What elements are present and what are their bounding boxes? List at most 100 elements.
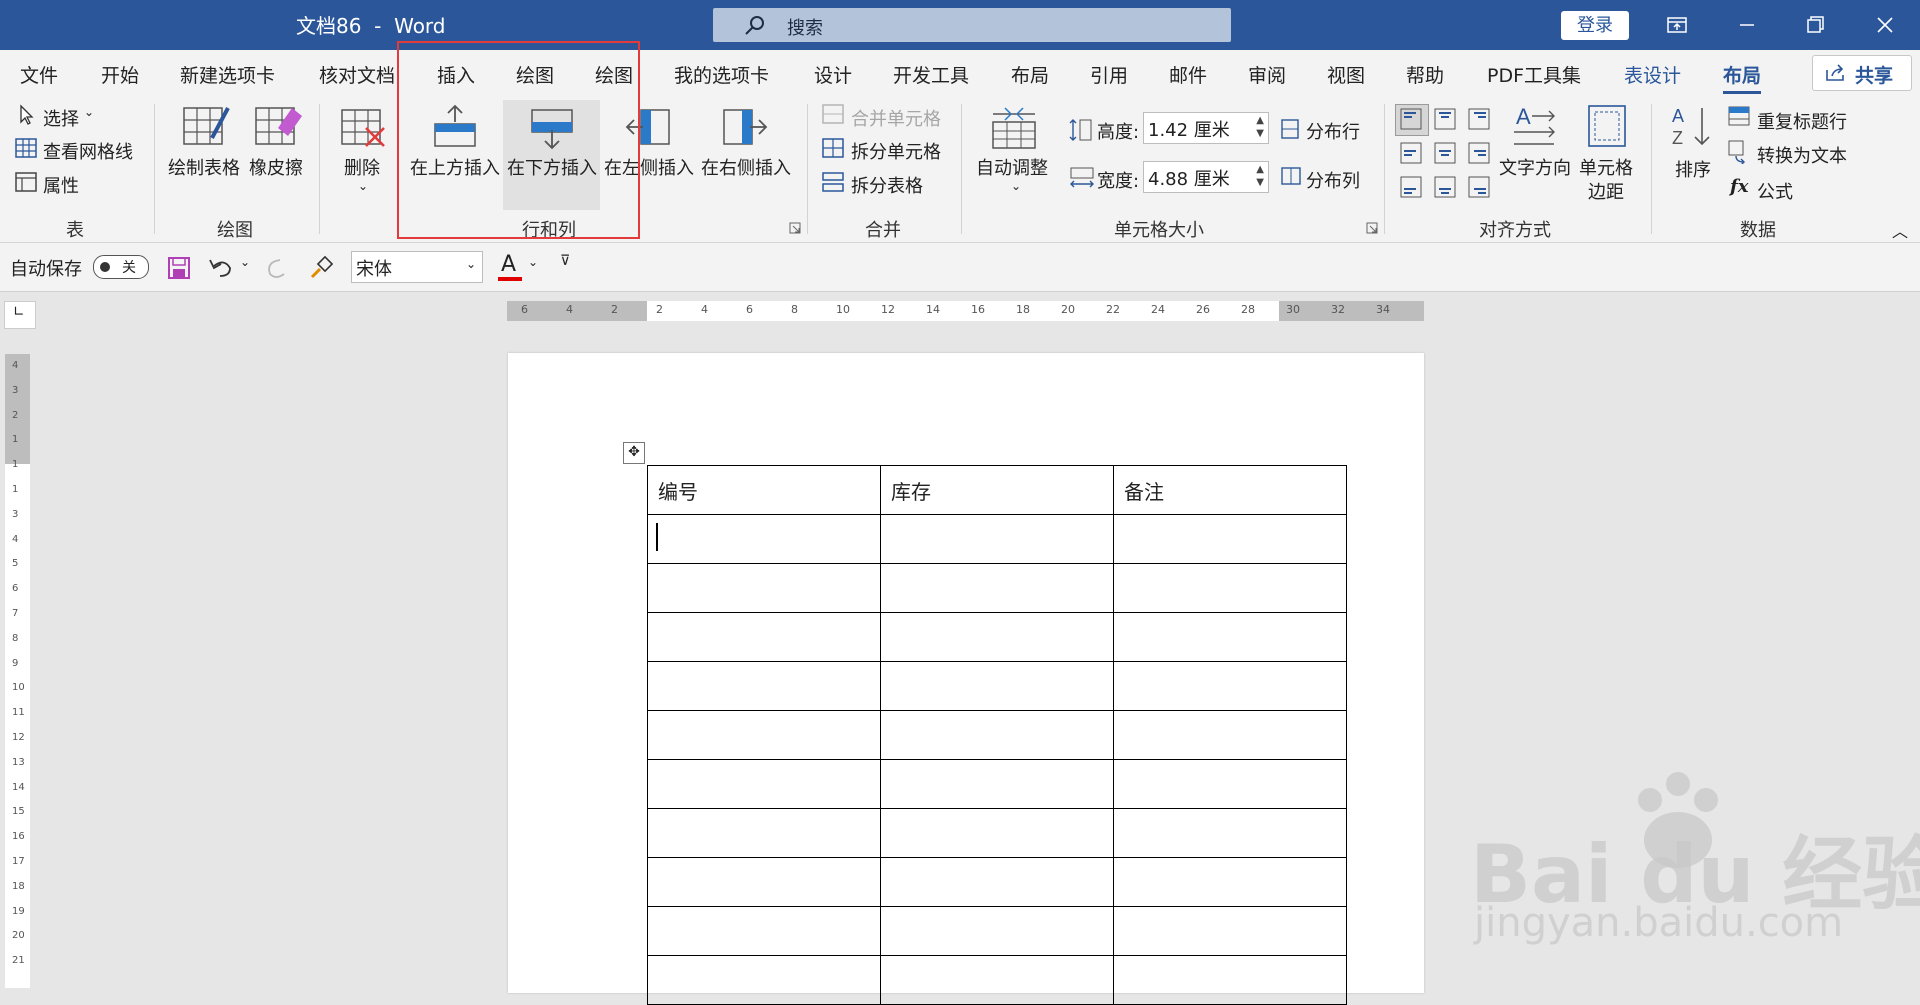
distribute-columns-button[interactable]: 分布列 [1306, 167, 1360, 193]
tab-table-layout[interactable]: 布局 [1723, 61, 1762, 95]
sort-button[interactable]: 排序 [1675, 156, 1711, 182]
cell-margins-button-line2[interactable]: 边距 [1588, 178, 1624, 204]
save-icon[interactable] [167, 256, 191, 280]
insert-right-button[interactable]: 在右侧插入 [701, 154, 791, 180]
table-cell[interactable] [647, 612, 881, 662]
table-header-cell[interactable]: 库存 [880, 465, 1114, 515]
spin-down-icon[interactable]: ▼ [1256, 128, 1264, 139]
table-cell[interactable] [647, 514, 881, 564]
ribbon-display-options-icon[interactable] [1660, 10, 1694, 40]
table-cell[interactable] [880, 808, 1114, 858]
tab-proofread[interactable]: 核对文档 [319, 61, 395, 88]
table-header-cell[interactable]: 备注 [1113, 465, 1347, 515]
spin-up-icon[interactable]: ▲ [1256, 164, 1264, 175]
formula-button[interactable]: 公式 [1757, 178, 1793, 204]
tab-my-tab[interactable]: 我的选项卡 [674, 61, 769, 88]
dialog-launcher-icon[interactable] [1366, 222, 1378, 234]
redo-icon[interactable] [264, 256, 290, 280]
spin-up-icon[interactable]: ▲ [1256, 115, 1264, 126]
split-table-button[interactable]: 拆分表格 [851, 172, 923, 198]
table-cell[interactable] [1113, 906, 1347, 956]
text-direction-button[interactable]: 文字方向 [1499, 154, 1571, 180]
table-cell[interactable] [880, 906, 1114, 956]
format-painter-icon[interactable] [308, 255, 334, 281]
table-cell[interactable] [880, 857, 1114, 907]
table-cell[interactable] [880, 563, 1114, 613]
align-middle-center-icon[interactable] [1434, 142, 1456, 164]
horizontal-ruler[interactable]: 6 4 2 2 4 6 8 10 12 14 16 18 20 22 24 26 28 30 32 34 [507, 301, 1424, 321]
tab-view[interactable]: 视图 [1327, 61, 1365, 88]
table-cell[interactable] [1113, 759, 1347, 809]
table-move-handle-icon[interactable]: ✥ [623, 442, 645, 464]
tab-selector-icon[interactable]: ∟ [4, 301, 36, 329]
tab-file[interactable]: 文件 [20, 61, 58, 88]
height-input[interactable]: 1.42 厘米 ▲ ▼ [1143, 112, 1269, 144]
table-cell[interactable] [1113, 563, 1347, 613]
table-cell[interactable] [1113, 955, 1347, 1005]
document-table[interactable]: 编号 库存 备注 [647, 465, 1347, 1005]
align-bottom-right-icon[interactable] [1468, 176, 1490, 198]
spin-down-icon[interactable]: ▼ [1256, 177, 1264, 188]
draw-table-button[interactable]: 绘制表格 [168, 154, 240, 180]
repeat-header-rows-button[interactable]: 重复标题行 [1757, 108, 1847, 134]
tab-pdf-tools[interactable]: PDF工具集 [1487, 61, 1581, 88]
table-cell[interactable] [880, 710, 1114, 760]
font-color-icon[interactable]: A [501, 252, 516, 277]
font-name-select[interactable]: 宋体 ⌄ [351, 251, 483, 283]
view-gridlines-button[interactable]: 查看网格线 [43, 138, 133, 164]
table-cell[interactable] [880, 514, 1114, 564]
customize-qat-icon[interactable]: ⊽ [560, 253, 570, 269]
split-cells-button[interactable]: 拆分单元格 [851, 138, 941, 164]
tab-review[interactable]: 审阅 [1248, 61, 1286, 88]
tab-layout[interactable]: 布局 [1011, 61, 1049, 88]
table-cell[interactable] [647, 563, 881, 613]
tab-developer[interactable]: 开发工具 [893, 61, 969, 88]
tab-help[interactable]: 帮助 [1406, 61, 1444, 88]
table-cell[interactable] [880, 612, 1114, 662]
tab-references[interactable]: 引用 [1090, 61, 1128, 88]
width-input[interactable]: 4.88 厘米 ▲ ▼ [1143, 161, 1269, 193]
tab-table-design[interactable]: 表设计 [1624, 61, 1681, 88]
table-cell[interactable] [647, 808, 881, 858]
align-bottom-left-icon[interactable] [1400, 176, 1422, 198]
table-cell[interactable] [647, 906, 881, 956]
table-cell[interactable] [1113, 857, 1347, 907]
select-button[interactable]: 选择 [43, 105, 79, 131]
chevron-down-icon[interactable]: ⌄ [528, 255, 538, 269]
restore-icon[interactable] [1798, 10, 1832, 40]
close-icon[interactable] [1868, 10, 1902, 40]
align-middle-right-icon[interactable] [1468, 142, 1490, 164]
table-cell[interactable] [1113, 710, 1347, 760]
share-button[interactable]: 共享 [1812, 55, 1912, 91]
convert-to-text-button[interactable]: 转换为文本 [1757, 142, 1847, 168]
chevron-down-icon[interactable]: ⌄ [240, 255, 250, 269]
login-button[interactable]: 登录 [1561, 11, 1629, 40]
table-header-cell[interactable]: 编号 [647, 465, 881, 515]
table-cell[interactable] [647, 955, 881, 1005]
table-cell[interactable] [880, 955, 1114, 1005]
cell-margins-button-line1[interactable]: 单元格 [1579, 154, 1633, 180]
merge-cells-button[interactable]: 合并单元格 [851, 105, 941, 131]
table-cell[interactable] [647, 661, 881, 711]
table-cell[interactable] [647, 710, 881, 760]
table-cell[interactable] [880, 661, 1114, 711]
search-input[interactable]: 搜索 [713, 8, 1231, 42]
chevron-down-icon[interactable]: ⌄ [358, 179, 368, 193]
distribute-rows-button[interactable]: 分布行 [1306, 118, 1360, 144]
align-middle-left-icon[interactable] [1400, 142, 1422, 164]
table-cell[interactable] [647, 759, 881, 809]
eraser-button[interactable]: 橡皮擦 [249, 154, 303, 180]
table-cell[interactable] [1113, 612, 1347, 662]
tab-home[interactable]: 开始 [101, 61, 139, 88]
chevron-down-icon[interactable]: ⌄ [84, 105, 94, 119]
table-cell[interactable] [647, 857, 881, 907]
table-cell[interactable] [1113, 514, 1347, 564]
tab-new[interactable]: 新建选项卡 [180, 61, 275, 88]
align-bottom-center-icon[interactable] [1434, 176, 1456, 198]
align-top-right-icon[interactable] [1468, 108, 1490, 130]
autofit-button[interactable]: 自动调整 [976, 154, 1048, 180]
delete-button[interactable]: 删除 [344, 154, 380, 180]
table-cell[interactable] [880, 759, 1114, 809]
autosave-toggle[interactable]: 关 [93, 255, 149, 279]
properties-button[interactable]: 属性 [43, 172, 79, 198]
